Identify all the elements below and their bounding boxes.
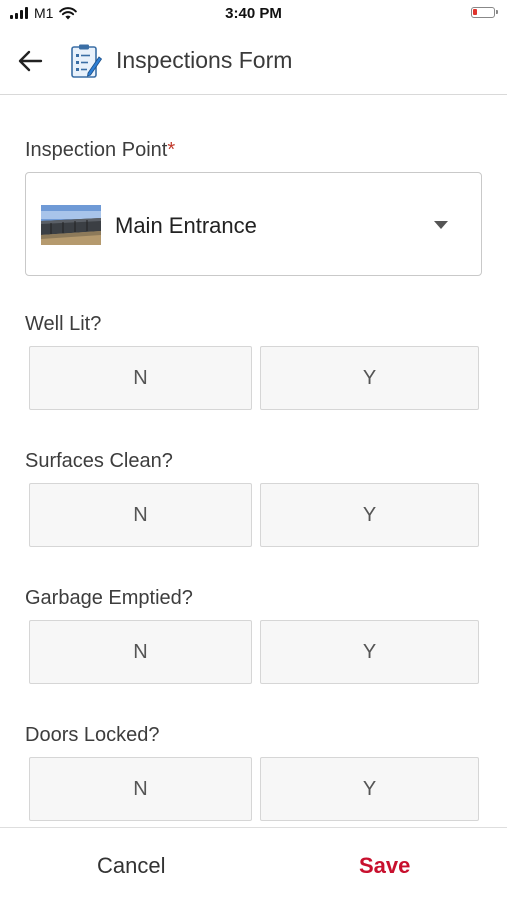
required-marker: * [167, 139, 176, 161]
caret-down-icon [434, 221, 448, 229]
clipboard-checklist-icon [71, 44, 102, 78]
surfaces-clean-no-button[interactable]: N [29, 483, 252, 547]
footer-actions: Cancel Save [0, 827, 507, 901]
well-lit-no-button[interactable]: N [29, 346, 252, 410]
surfaces-clean-yes-button[interactable]: Y [260, 483, 479, 547]
inspection-point-label-text: Inspection Point [25, 139, 168, 161]
status-bar: M1 3:40 PM [0, 0, 507, 28]
status-time: 3:40 PM [225, 5, 282, 22]
arrow-left-icon[interactable] [14, 46, 48, 76]
doors-locked-no-button[interactable]: N [29, 757, 252, 821]
selected-inspection-point: Main Entrance [115, 213, 257, 238]
page-title: Inspections Form [116, 47, 293, 73]
battery-level [473, 9, 477, 15]
cancel-button[interactable]: Cancel [97, 853, 165, 879]
well-lit-yes-button[interactable]: Y [260, 346, 479, 410]
question-label: Well Lit? [25, 313, 102, 335]
question-label: Surfaces Clean? [25, 450, 173, 472]
inspection-point-label: Inspection Point* [25, 139, 175, 162]
location-thumbnail [41, 205, 101, 245]
question-label: Garbage Emptied? [25, 587, 193, 609]
save-button[interactable]: Save [359, 853, 410, 879]
app-header: Inspections Form [0, 28, 507, 95]
inspection-point-select[interactable]: Main Entrance [25, 172, 482, 276]
question-label: Doors Locked? [25, 724, 160, 746]
garbage-emptied-yes-button[interactable]: Y [260, 620, 479, 684]
doors-locked-yes-button[interactable]: Y [260, 757, 479, 821]
garbage-emptied-no-button[interactable]: N [29, 620, 252, 684]
battery-low-icon [471, 7, 498, 18]
